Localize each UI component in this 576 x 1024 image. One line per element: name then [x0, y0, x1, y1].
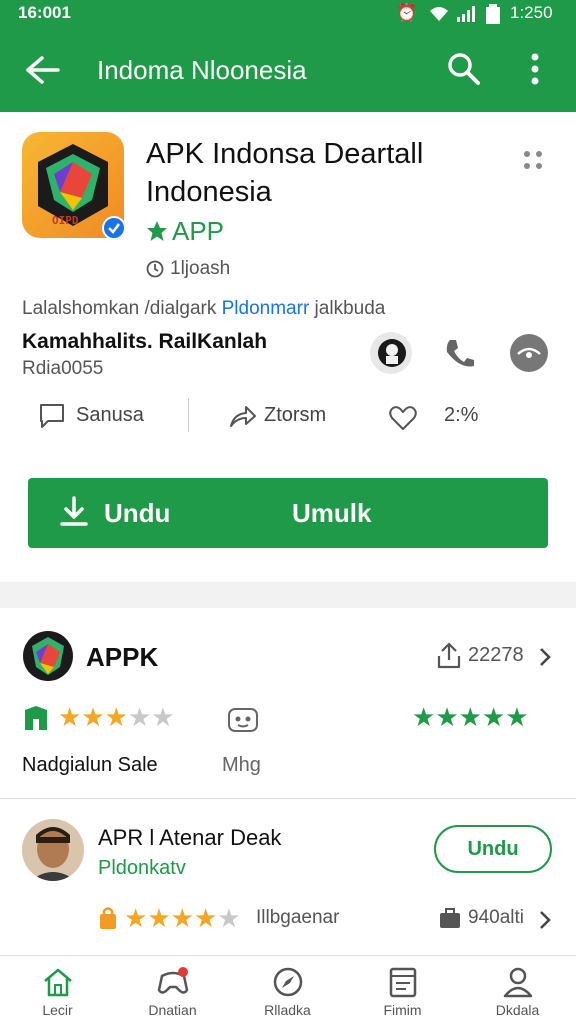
- forward-icon[interactable]: [228, 402, 258, 430]
- nav-item-games[interactable]: Dnatian: [115, 960, 230, 1024]
- developer-name[interactable]: Kamahhalits. RailKanlah: [22, 330, 267, 354]
- person-icon: [503, 967, 532, 998]
- list-item[interactable]: APR l Atenar Deak Pldonkatv Undu ★★★★★ I…: [0, 799, 576, 955]
- star-filled-icon: ★: [435, 702, 459, 732]
- caption-right: Mhg: [222, 754, 261, 776]
- nav-item-home[interactable]: Lecir: [0, 960, 115, 1024]
- download-right-label: Umulk: [292, 498, 372, 528]
- briefcase-icon: [440, 908, 460, 928]
- section-title: APPK: [86, 642, 159, 672]
- comment-icon[interactable]: [38, 402, 66, 430]
- star-empty-icon: ★: [217, 903, 241, 933]
- clock-icon: [146, 260, 164, 278]
- app-title-line2: Indonesia: [146, 176, 272, 208]
- nav-label: Dnatian: [148, 1002, 197, 1018]
- star-filled-icon: ★: [481, 702, 506, 732]
- item-download-label: Undu: [467, 837, 519, 860]
- more-vert-icon[interactable]: [528, 52, 542, 86]
- star-filled-icon: ★: [104, 702, 128, 732]
- download-left-label: Undu: [104, 498, 171, 528]
- item-rating-text: Illbgaenar: [256, 907, 340, 928]
- item-subtitle: Pldonkatv: [98, 857, 186, 879]
- nav-label: Lecir: [42, 1002, 73, 1018]
- rating-section: APPK 22278 ★★★★★ ★★★★★ Nadgialun Sale Mh…: [0, 608, 576, 798]
- star-empty-icon: ★: [127, 702, 152, 732]
- item-size-text: 940alti: [468, 907, 524, 928]
- nav-label: Dkdala: [495, 1002, 540, 1018]
- chevron-right-icon[interactable]: [538, 909, 552, 931]
- app-detail-card: OIPD APK Indonsa Deartall Indonesia APP …: [0, 112, 576, 582]
- developer-id: Rdia0055: [22, 358, 104, 379]
- signal-icon: [457, 6, 475, 22]
- star-filled-icon: ★: [147, 903, 171, 933]
- view-icon[interactable]: [510, 334, 548, 372]
- alarm-icon: ⏰: [396, 3, 418, 22]
- description-link[interactable]: Pldonmarr: [222, 298, 310, 319]
- like-value: 2:%: [444, 404, 479, 426]
- forward-label[interactable]: Ztorsm: [264, 404, 326, 427]
- star-empty-icon: ★: [151, 702, 175, 732]
- wifi-icon: [430, 7, 448, 21]
- app-sub-text: 1ljoash: [170, 258, 231, 279]
- phone-icon[interactable]: [442, 336, 478, 372]
- robot-icon: [228, 708, 258, 732]
- section-gap: [0, 582, 576, 608]
- gamepad-icon: [157, 967, 188, 994]
- caption-left: Nadgialun Sale: [22, 754, 158, 776]
- right-rating-stars: ★★★★★: [412, 704, 529, 731]
- verified-badge-icon: [102, 216, 126, 240]
- battery-icon: [486, 4, 500, 24]
- star-badge-icon: [147, 221, 167, 241]
- nav-item-library[interactable]: Fimim: [345, 960, 460, 1024]
- app-icon-text: OIPD: [52, 214, 79, 227]
- item-title: APR l Atenar Deak: [98, 825, 282, 850]
- star-filled-icon: ★: [81, 702, 105, 732]
- app-badge-text: APP: [172, 216, 225, 246]
- description-tail: jalkbuda: [309, 298, 386, 319]
- app-description: Lalalshomkan /dialgark Pldonmarr jalkbud…: [22, 298, 385, 320]
- nav-item-profile[interactable]: Dkdala: [460, 960, 575, 1024]
- lock-icon: [100, 907, 116, 929]
- download-count: 22278: [468, 644, 524, 666]
- document-icon: [389, 967, 416, 998]
- compass-icon: [273, 967, 302, 997]
- star-filled-icon: ★: [505, 702, 529, 732]
- share-label[interactable]: Sanusa: [76, 404, 144, 427]
- store-icon: [25, 706, 47, 730]
- status-bar: 16:001 ⏰ 1:250: [0, 0, 576, 28]
- left-rating-stars: ★★★★★: [58, 704, 175, 731]
- star-filled-icon: ★: [124, 903, 148, 933]
- app-bar: Indoma Nloonesia: [0, 28, 576, 112]
- avatar: [22, 819, 84, 881]
- star-filled-icon: ★: [193, 903, 218, 933]
- search-icon[interactable]: [447, 52, 481, 86]
- home-icon: [43, 968, 72, 997]
- nav-divider: [0, 955, 576, 956]
- page-title: Indoma Nloonesia: [97, 55, 307, 85]
- action-divider: [188, 398, 189, 432]
- heart-icon[interactable]: [388, 404, 418, 432]
- developer-avatar[interactable]: [370, 332, 412, 374]
- star-filled-icon: ★: [412, 702, 436, 732]
- item-download-button[interactable]: Undu: [434, 825, 552, 873]
- status-time: 16:001: [18, 3, 71, 22]
- upload-icon: [437, 642, 461, 669]
- nav-label: Fimim: [383, 1002, 422, 1018]
- drag-handle-icon[interactable]: [522, 148, 546, 176]
- star-filled-icon: ★: [170, 903, 194, 933]
- nav-item-explore[interactable]: Rlladka: [230, 960, 345, 1024]
- back-arrow-icon[interactable]: [24, 54, 60, 86]
- star-filled-icon: ★: [458, 702, 482, 732]
- status-clock: 1:250: [510, 3, 553, 22]
- chevron-right-icon[interactable]: [538, 646, 552, 668]
- item-rating-stars: ★★★★★: [124, 905, 241, 932]
- download-button[interactable]: Undu Umulk: [28, 478, 548, 548]
- download-icon: [60, 496, 88, 526]
- app-title-line1: APK Indonsa Deartall: [146, 138, 424, 170]
- nav-label: Rlladka: [264, 1002, 311, 1018]
- description-text: Lalalshomkan /dialgark: [22, 298, 222, 319]
- section-app-icon[interactable]: [22, 630, 74, 682]
- star-filled-icon: ★: [58, 702, 82, 732]
